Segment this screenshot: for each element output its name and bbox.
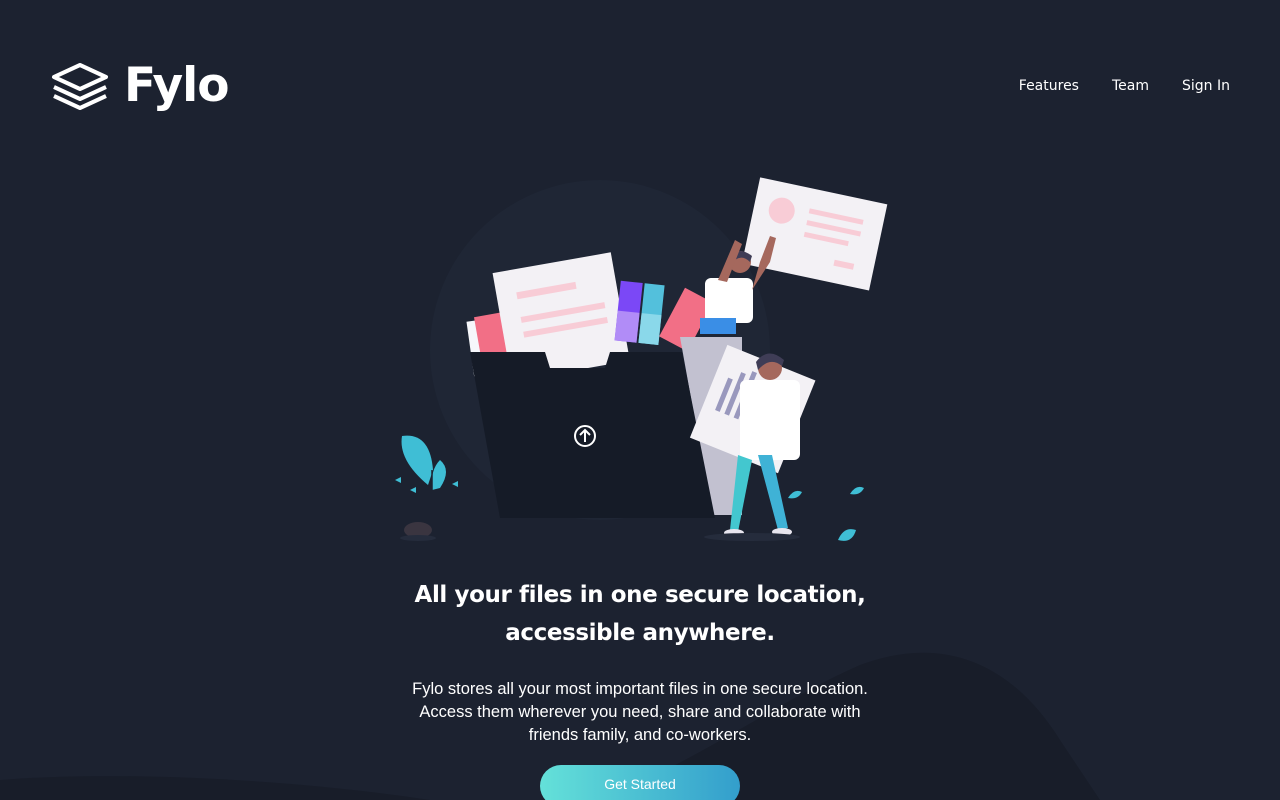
stacked-layers-icon [52, 63, 108, 110]
hero-title: All your files in one secure location, a… [340, 576, 940, 652]
hero-title-line2: accessible anywhere. [505, 620, 775, 646]
hero-title-line1: All your files in one secure location, [414, 582, 866, 608]
hero-description-line2: Access them wherever you need, share and… [419, 703, 861, 721]
brand-logo[interactable]: Fylo [50, 58, 230, 114]
nav-sign-in-link[interactable]: Sign In [1182, 78, 1230, 94]
hero-illustration [395, 177, 888, 541]
get-started-button[interactable]: Get Started [540, 765, 740, 800]
brand-name: Fylo [124, 58, 230, 113]
hero-description: Fylo stores all your most important file… [370, 678, 910, 747]
hero-description-line1: Fylo stores all your most important file… [412, 680, 868, 698]
hero-description-line3: friends family, and co-workers. [528, 726, 752, 744]
site-header: Fylo Features Team Sign In [50, 58, 1230, 118]
get-started-label: Get Started [604, 776, 676, 792]
nav-features-link[interactable]: Features [1019, 78, 1079, 94]
main-nav: Features Team Sign In [1019, 78, 1230, 94]
nav-team-link[interactable]: Team [1112, 78, 1149, 94]
